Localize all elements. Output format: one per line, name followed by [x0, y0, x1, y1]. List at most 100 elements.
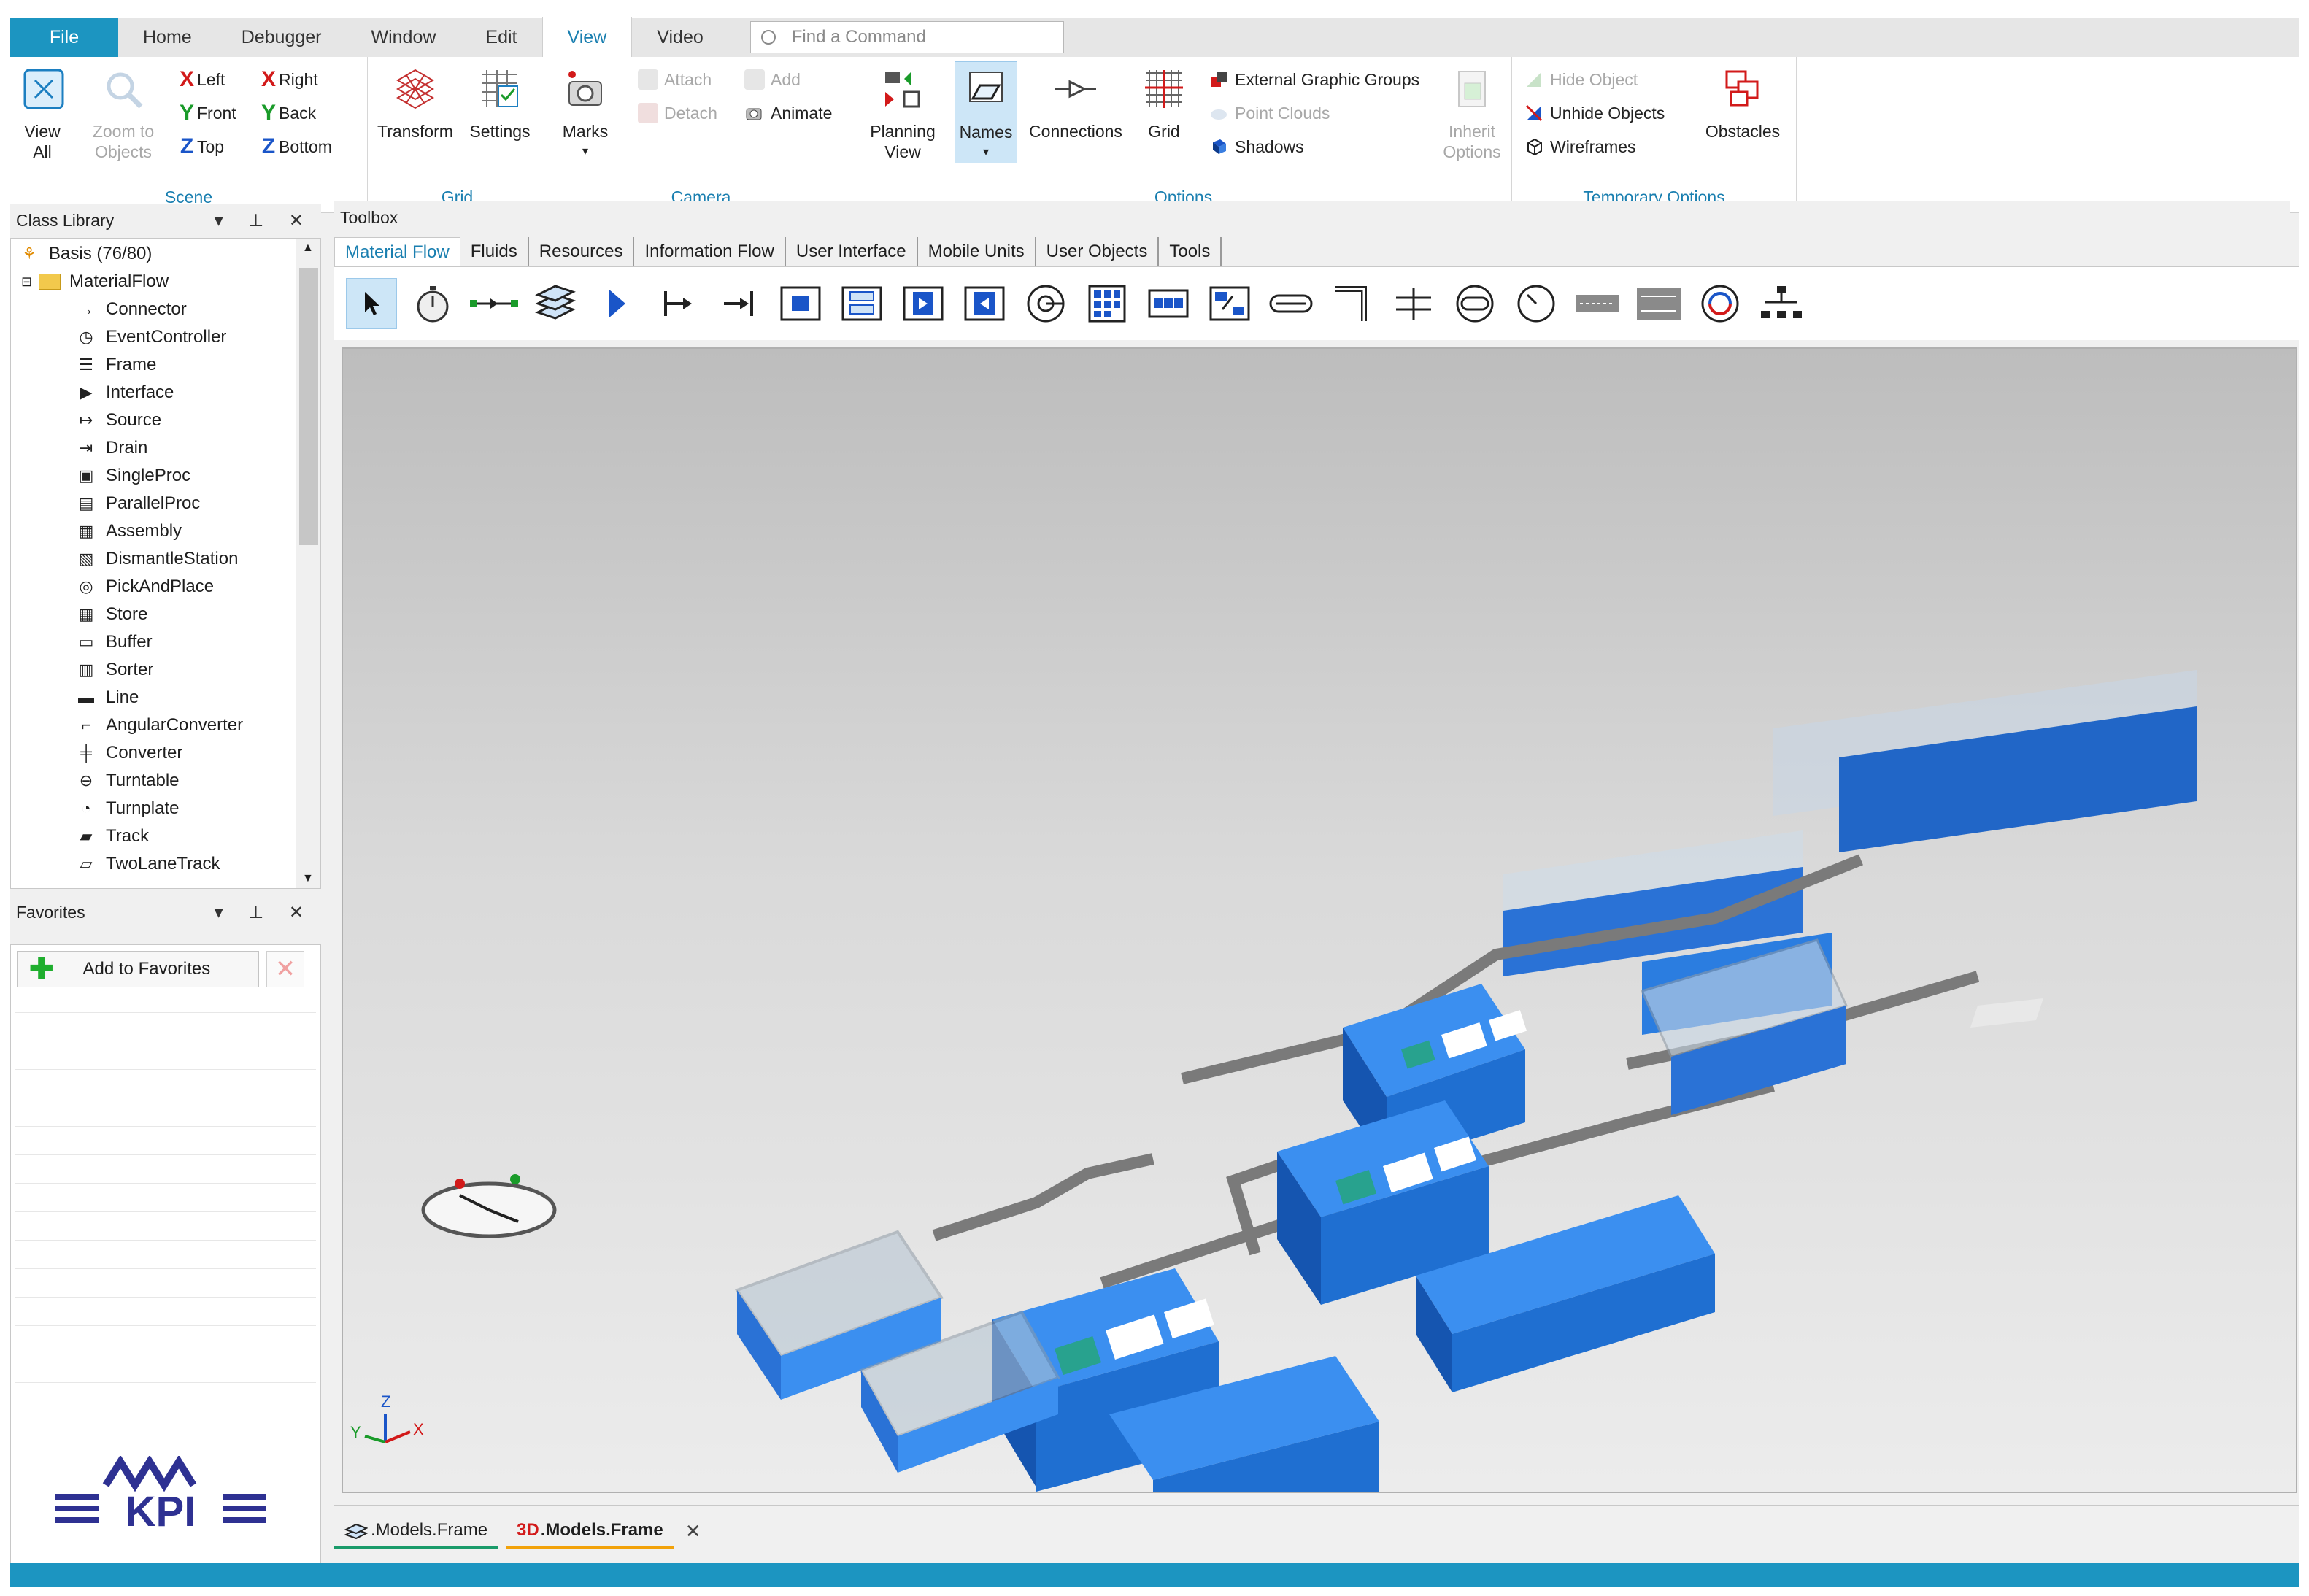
toolbox-tab-resources[interactable]: Resources [529, 237, 635, 266]
view-right-button[interactable]: X Right [258, 67, 318, 92]
toolbox-tab-user-interface[interactable]: User Interface [786, 237, 918, 266]
remove-favorite-button[interactable]: ✕ [266, 951, 304, 987]
doc-tab-3d-frame[interactable]: 3D .Models.Frame [506, 1514, 674, 1549]
tool-frame[interactable] [530, 278, 581, 329]
scroll-down-icon[interactable]: ▼ [302, 872, 314, 885]
tree-item-track[interactable]: ▰ Track [75, 822, 150, 850]
tree-item-frame[interactable]: ☰ Frame [75, 351, 156, 379]
hide-object-button[interactable]: Hide Object [1524, 67, 1638, 92]
tool-converter[interactable] [1388, 278, 1439, 329]
tree-item-drain[interactable]: ⇥ Drain [75, 434, 148, 462]
3d-viewport[interactable]: Z X Y [342, 347, 2297, 1493]
tool-interface[interactable] [591, 278, 642, 329]
tab-home[interactable]: Home [118, 18, 217, 57]
wireframes-button[interactable]: Wireframes [1524, 134, 1636, 159]
select-pointer-tool[interactable] [346, 278, 397, 329]
tree-item-turntable[interactable]: ⊖ Turntable [75, 767, 180, 795]
tree-item-eventcontroller[interactable]: ◷ EventController [75, 323, 226, 351]
panel-controls[interactable]: ▾ ⊥ ✕ [215, 902, 314, 923]
tool-assembly[interactable] [898, 278, 949, 329]
tree-item-sorter[interactable]: ▥ Sorter [75, 656, 154, 684]
external-graphic-groups-button[interactable]: External Graphic Groups [1209, 67, 1419, 92]
tree-item-source[interactable]: ↦ Source [75, 406, 161, 434]
camera-add-button[interactable]: Add [744, 67, 801, 92]
tab-video[interactable]: Video [632, 18, 728, 57]
collapse-icon[interactable]: ⊟ [21, 274, 34, 290]
tab-view[interactable]: View [541, 17, 633, 58]
tool-sorter[interactable] [1204, 278, 1255, 329]
tree-item-store[interactable]: ▦ Store [75, 601, 148, 628]
tree-folder-materialflow[interactable]: ⊟ MaterialFlow [21, 268, 169, 296]
add-to-favorites-button[interactable]: ✚ Add to Favorites [17, 951, 259, 987]
planning-view-button[interactable]: Planning View [863, 66, 943, 162]
tool-dismantle[interactable] [959, 278, 1010, 329]
camera-animate-button[interactable]: Animate [744, 101, 832, 126]
tree-item-turnplate[interactable]: ◔ Turnplate [75, 795, 179, 822]
tree-item-assembly[interactable]: ▦ Assembly [75, 517, 182, 545]
tree-root-basis[interactable]: ⚘ Basis (76/80) [18, 240, 152, 268]
tree-scrollbar[interactable]: ▲ ▼ [296, 239, 320, 888]
doc-tab-frame[interactable]: .Models.Frame [334, 1514, 498, 1549]
view-all-button[interactable]: View All [20, 66, 64, 162]
unhide-objects-button[interactable]: Unhide Objects [1524, 101, 1665, 126]
toolbox-tab-mobile-units[interactable]: Mobile Units [918, 237, 1036, 266]
tool-turntable[interactable] [1449, 278, 1500, 329]
tab-debugger[interactable]: Debugger [217, 18, 347, 57]
view-top-button[interactable]: Z Top [177, 134, 224, 159]
tree-item-connector[interactable]: → Connector [75, 296, 187, 323]
view-bottom-button[interactable]: Z Bottom [258, 134, 332, 159]
find-command-input[interactable]: Find a Command [749, 21, 1064, 53]
transform-button[interactable]: Transform [375, 66, 455, 142]
tree-item-buffer[interactable]: ▭ Buffer [75, 628, 153, 656]
shadows-button[interactable]: Shadows [1209, 134, 1304, 159]
tree-item-singleproc[interactable]: ▣ SingleProc [75, 462, 190, 490]
tab-window[interactable]: Window [347, 18, 461, 57]
tree-item-dismantlestation[interactable]: ▧ DismantleStation [75, 545, 239, 573]
tool-connector[interactable] [469, 278, 520, 329]
tool-store[interactable] [1082, 278, 1133, 329]
tool-line[interactable] [1265, 278, 1317, 329]
tab-file[interactable]: File [10, 18, 118, 57]
view-front-button[interactable]: Y Front [177, 101, 236, 126]
camera-detach-button[interactable]: Detach [638, 101, 717, 126]
tool-mover[interactable] [1695, 278, 1746, 329]
tree-item-interface[interactable]: ▶ Interface [75, 379, 174, 406]
grid-settings-button[interactable]: Settings [461, 66, 539, 142]
toolbox-tab-fluids[interactable]: Fluids [460, 237, 529, 266]
toolbox-tab-information-flow[interactable]: Information Flow [634, 237, 786, 266]
toolbox-tab-user-objects[interactable]: User Objects [1036, 237, 1160, 266]
view-back-button[interactable]: Y Back [258, 101, 316, 126]
tool-singleproc[interactable] [775, 278, 826, 329]
tool-eventcontroller[interactable] [407, 278, 458, 329]
tree-item-line[interactable]: ▬ Line [75, 684, 139, 712]
tool-pickandplace[interactable] [1020, 278, 1071, 329]
panel-controls[interactable]: ▾ ⊥ ✕ [215, 210, 314, 231]
scroll-up-icon[interactable]: ▲ [302, 242, 314, 255]
point-clouds-button[interactable]: Point Clouds [1209, 101, 1330, 126]
tab-edit[interactable]: Edit [460, 18, 541, 57]
zoom-to-objects-button[interactable]: Zoom to Objects [83, 66, 163, 162]
tool-twolanetrack[interactable] [1633, 278, 1684, 329]
tree-item-angularconverter[interactable]: ⌐ AngularConverter [75, 712, 244, 739]
close-tab-icon[interactable]: ✕ [685, 1520, 701, 1543]
connections-button[interactable]: Connections [1025, 66, 1127, 142]
camera-attach-button[interactable]: Attach [638, 67, 712, 92]
obstacles-button[interactable]: Obstacles [1699, 66, 1786, 142]
tool-parallelproc[interactable] [836, 278, 887, 329]
tool-turnplate[interactable] [1511, 278, 1562, 329]
tree-item-twolanetrack[interactable]: ▱ TwoLaneTrack [75, 850, 220, 878]
names-button[interactable]: Names ▾ [955, 61, 1017, 163]
toolbox-tab-material-flow[interactable]: Material Flow [334, 237, 460, 266]
tool-source[interactable] [652, 278, 704, 329]
tool-angularconverter[interactable] [1327, 278, 1378, 329]
inherit-options-button[interactable]: Inherit Options [1439, 66, 1505, 162]
tool-buffer[interactable] [1143, 278, 1194, 329]
tool-drain[interactable] [714, 278, 765, 329]
view-left-button[interactable]: X Left [177, 67, 225, 92]
tool-hierarchy[interactable] [1756, 278, 1807, 329]
tree-scrollbar-thumb[interactable] [299, 268, 318, 545]
marks-button[interactable]: Marks ▾ [556, 66, 614, 162]
options-grid-button[interactable]: Grid [1138, 66, 1190, 142]
tree-item-pickandplace[interactable]: ◎ PickAndPlace [75, 573, 214, 601]
tree-item-parallelproc[interactable]: ▤ ParallelProc [75, 490, 201, 517]
